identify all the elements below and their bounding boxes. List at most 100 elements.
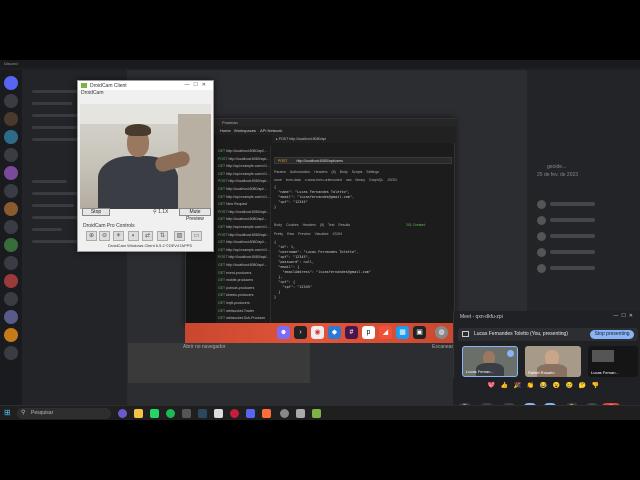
- nav-api-network[interactable]: API Network: [260, 128, 282, 133]
- autofocus-icon[interactable]: ☀: [113, 231, 124, 241]
- mute-preview-button[interactable]: Mute Preview: [179, 208, 211, 222]
- server-icon[interactable]: [4, 328, 18, 342]
- response-option[interactable]: Visualize: [315, 232, 329, 236]
- meet-window-controls[interactable]: —☐✕: [613, 313, 636, 319]
- droidcam-menu[interactable]: DroidCam: [81, 90, 104, 96]
- flip-icon[interactable]: ⇅: [157, 231, 168, 241]
- stop-button[interactable]: Stop: [82, 208, 110, 216]
- request-section-tab[interactable]: Headers (8): [314, 170, 335, 174]
- request-section-tab[interactable]: Scripts: [352, 170, 363, 174]
- nav-workspaces[interactable]: Workspaces: [234, 128, 256, 133]
- server-icon[interactable]: [4, 94, 18, 108]
- reaction-emoji[interactable]: 👎: [591, 382, 600, 391]
- channel-item[interactable]: [32, 216, 80, 219]
- reaction-emoji[interactable]: 😢: [565, 382, 574, 391]
- participant-tile[interactable]: Rafael Rosario: [525, 346, 581, 377]
- request-section-tab[interactable]: Body: [340, 170, 348, 174]
- vscode-icon[interactable]: ◆: [328, 326, 341, 339]
- server-icon[interactable]: [4, 148, 18, 162]
- sidebar-request-item[interactable]: GET http://localhost:8080/api/...: [218, 263, 270, 267]
- server-icon[interactable]: [4, 130, 18, 144]
- url-input[interactable]: POST http://localhost:8080/api/users: [274, 157, 452, 164]
- member-item[interactable]: [537, 248, 617, 258]
- server-icon[interactable]: [4, 202, 18, 216]
- sidebar-request-item[interactable]: GET pubsub-producers: [218, 286, 270, 290]
- app-icon[interactable]: ▣: [413, 326, 426, 339]
- member-item[interactable]: [537, 232, 617, 242]
- sidebar-request-item[interactable]: POST http://localhost:8080/api/...: [218, 179, 270, 183]
- docker-icon[interactable]: ▦: [396, 326, 409, 339]
- request-section-tab[interactable]: Params: [274, 170, 286, 174]
- channel-item[interactable]: [32, 180, 67, 183]
- postman-taskbar-icon[interactable]: [262, 409, 271, 418]
- spotify-icon[interactable]: [166, 409, 175, 418]
- channel-item[interactable]: [32, 204, 74, 207]
- window-controls[interactable]: —☐✕: [184, 82, 210, 88]
- sidebar-request-item[interactable]: GET http://api.example.com/v1/...: [218, 164, 270, 168]
- request-body-editor[interactable]: { "name": "Lucas Fernandes Toletto", "em…: [274, 185, 354, 210]
- sidebar-request-item[interactable]: GET kinesis-producers: [218, 293, 270, 297]
- discord-icon[interactable]: [246, 409, 255, 418]
- chrome-icon[interactable]: ◉: [311, 326, 324, 339]
- response-option[interactable]: Pretty: [274, 232, 283, 236]
- color-icon[interactable]: ▨: [174, 231, 185, 241]
- sidebar-request-item[interactable]: GET websocket-Sub-Producer: [218, 316, 270, 320]
- sidebar-request-item[interactable]: POST http://localhost:8080/api/...: [218, 157, 270, 161]
- discord-home-icon[interactable]: [4, 76, 18, 90]
- participant-tile[interactable]: Lucas Fernan...: [462, 346, 518, 377]
- server-icon[interactable]: [4, 346, 18, 360]
- server-icon[interactable]: [4, 274, 18, 288]
- request-section-tab[interactable]: Settings: [366, 170, 379, 174]
- reaction-emoji[interactable]: 🤔: [578, 382, 587, 391]
- zoom-out-icon[interactable]: ⊖: [99, 231, 110, 241]
- response-tab[interactable]: Test Results: [328, 223, 350, 227]
- channel-item[interactable]: [32, 192, 82, 195]
- url-text[interactable]: http://localhost:8080/api/users: [296, 159, 343, 163]
- trash-icon[interactable]: ◍: [435, 326, 448, 339]
- sidebar-request-item[interactable]: GET http://api.example.com/v1/...: [218, 195, 270, 199]
- channel-item[interactable]: [32, 228, 62, 231]
- sidebar-request-item[interactable]: GET http://localhost:8080/api/...: [218, 149, 270, 153]
- channel-item[interactable]: [32, 90, 82, 93]
- server-icon[interactable]: [4, 238, 18, 252]
- nav-home[interactable]: Home: [220, 128, 231, 133]
- reaction-emoji[interactable]: 👏: [526, 382, 535, 391]
- server-icon[interactable]: [4, 256, 18, 270]
- body-option[interactable]: GraphQL: [369, 178, 383, 182]
- terminal-icon[interactable]: [214, 409, 223, 418]
- sidebar-request-item[interactable]: GET event-producers: [218, 271, 270, 275]
- droidcam-taskbar-icon[interactable]: [296, 409, 305, 418]
- member-item[interactable]: [537, 264, 617, 274]
- terminal-icon[interactable]: ›: [294, 326, 307, 339]
- sidebar-request-item[interactable]: POST http://localhost:8080/api/...: [218, 255, 270, 259]
- body-option[interactable]: form-data: [286, 178, 301, 182]
- server-icon[interactable]: [4, 220, 18, 234]
- app-icon[interactable]: [118, 409, 127, 418]
- sidebar-request-item[interactable]: GET http://localhost:8080/api/...: [218, 187, 270, 191]
- taskbar-search[interactable]: ⚲ Pesquisar: [17, 408, 111, 419]
- reaction-emoji[interactable]: 👍: [500, 382, 509, 391]
- mirror-icon[interactable]: ⇄: [142, 231, 153, 241]
- response-option[interactable]: Preview: [298, 232, 310, 236]
- exposure-icon[interactable]: ◐: [128, 231, 139, 241]
- server-icon[interactable]: [4, 166, 18, 180]
- body-option[interactable]: x-www-form-urlencoded: [305, 178, 342, 182]
- file-explorer-icon[interactable]: [134, 409, 143, 418]
- whatsapp-icon[interactable]: [150, 409, 159, 418]
- response-tab[interactable]: Headers (5): [303, 223, 324, 227]
- reaction-emoji[interactable]: 😂: [539, 382, 548, 391]
- body-option[interactable]: none: [274, 178, 282, 182]
- response-option[interactable]: JSON: [333, 232, 342, 236]
- app-icon[interactable]: [312, 409, 321, 418]
- server-icon[interactable]: [4, 184, 18, 198]
- channel-item[interactable]: [32, 126, 77, 129]
- member-item[interactable]: [537, 216, 617, 226]
- reaction-emoji[interactable]: 🎉: [513, 382, 522, 391]
- server-icon[interactable]: [4, 310, 18, 324]
- response-tab[interactable]: Body: [274, 223, 282, 227]
- method-select[interactable]: POST: [278, 159, 287, 163]
- response-option[interactable]: Raw: [287, 232, 294, 236]
- postman-icon[interactable]: p: [362, 326, 375, 339]
- sidebar-request-item[interactable]: GET mobile-producers: [218, 278, 270, 282]
- sidebar-request-item[interactable]: GET websocket-Trader: [218, 309, 270, 313]
